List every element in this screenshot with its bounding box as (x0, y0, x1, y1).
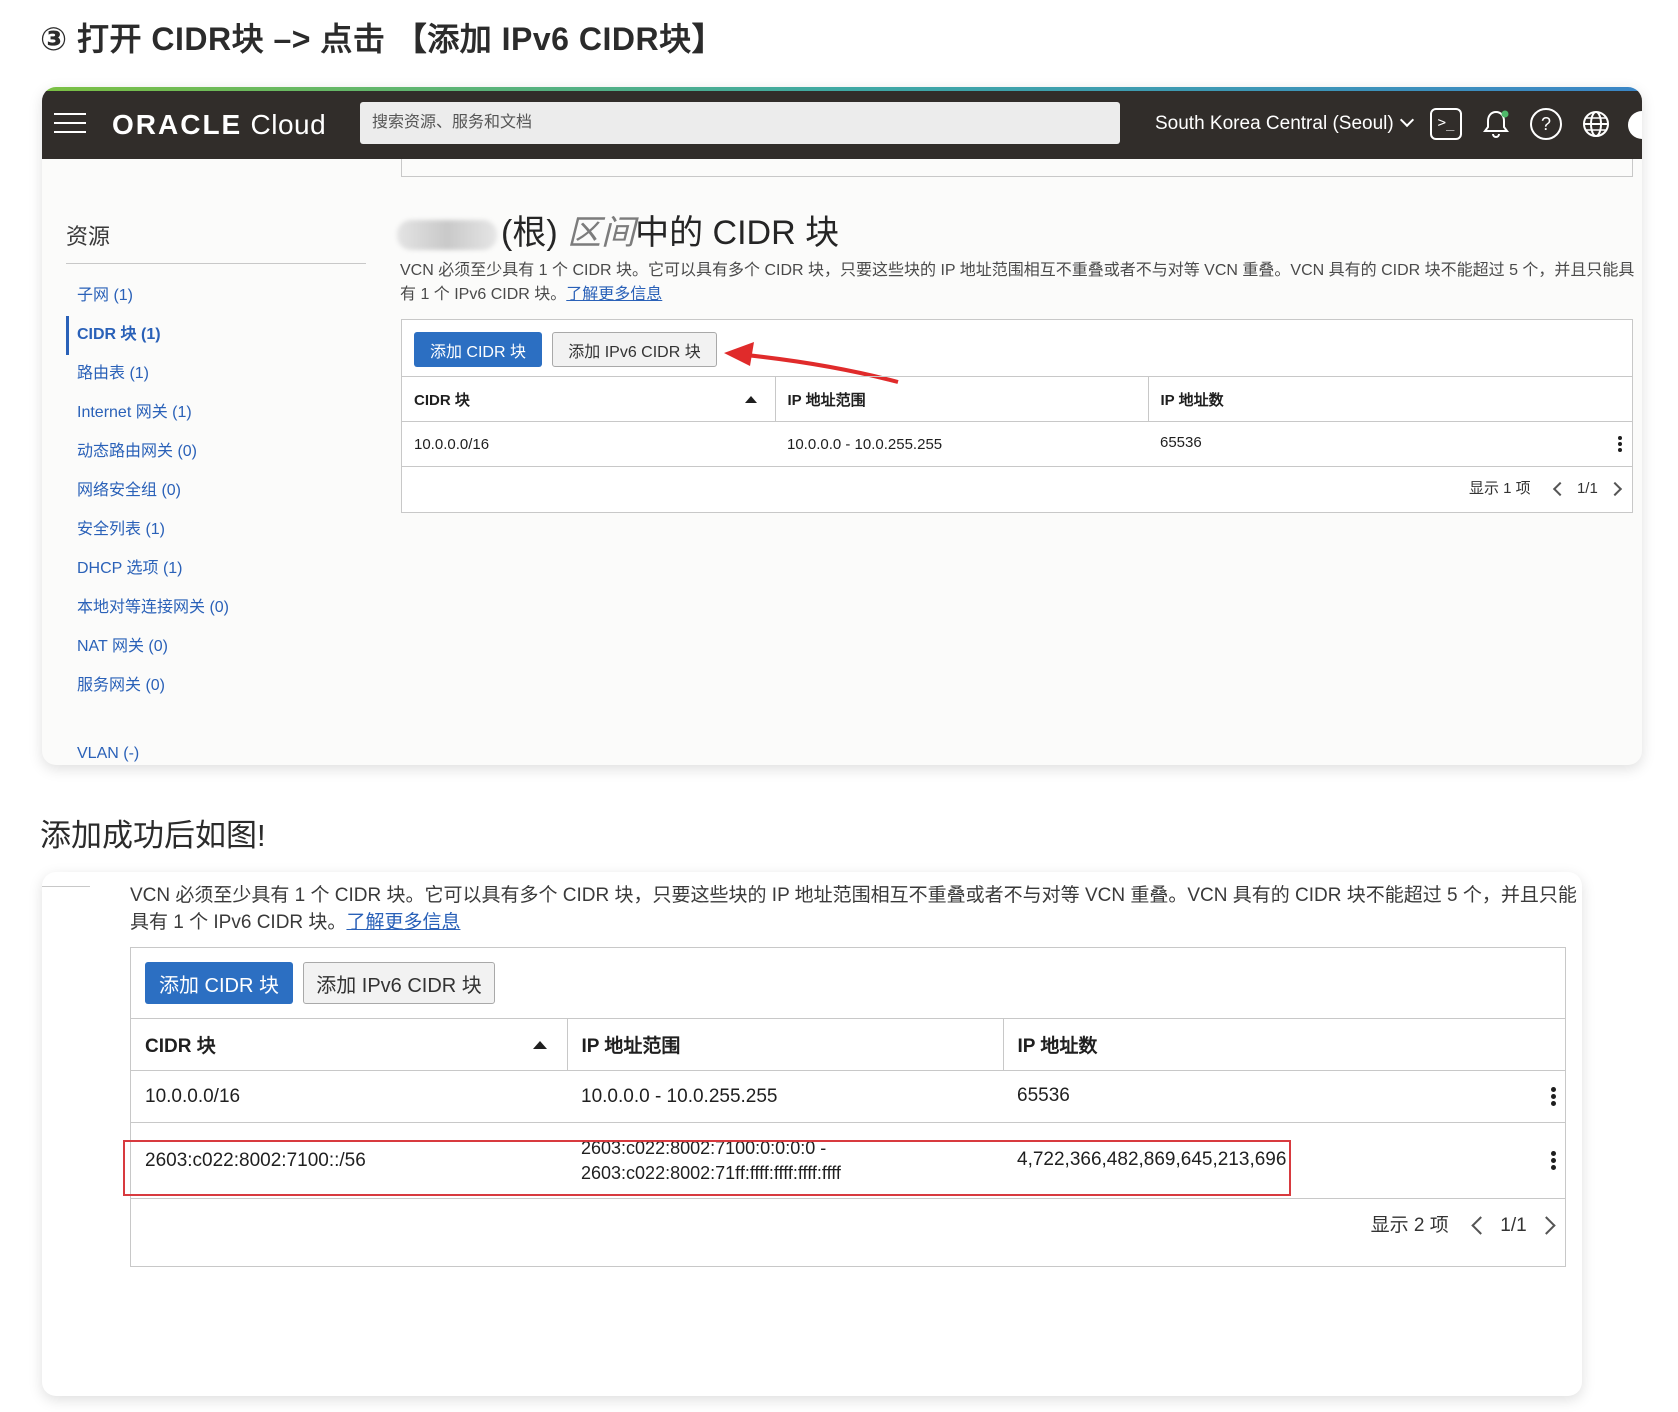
cell-cidr: 10.0.0.0/16 (402, 421, 775, 467)
cell-cidr: 2603:c022:8002:7100::/56 (131, 1122, 567, 1199)
page-indicator: 1/1 (1500, 1215, 1527, 1236)
sidebar-item-service-gateways[interactable]: 服务网关 (0) (66, 667, 229, 706)
add-ipv6-cidr-button[interactable]: 添加 IPv6 CIDR 块 (552, 332, 717, 367)
pagination: 显示 2 项 1/1 (1370, 1210, 1556, 1237)
redacted-compartment-name (397, 220, 497, 251)
cell-ip-range: 10.0.0.0 - 10.0.255.255 (567, 1070, 1003, 1123)
sidebar-item-security-lists[interactable]: 安全列表 (1) (66, 511, 229, 550)
sidebar-item-lpg[interactable]: 本地对等连接网关 (0) (66, 589, 229, 628)
showing-count: 显示 2 项 (1370, 1215, 1449, 1236)
col-header-ip-count: IP 地址数 (1147, 376, 1632, 422)
help-icon[interactable]: ? (1530, 108, 1562, 140)
search-input[interactable] (360, 102, 1120, 144)
col-header-ip-count: IP 地址数 (1002, 1018, 1565, 1071)
cell-ip-range: 2603:c022:8002:7100:0:0:0:0 - 2603:c022:… (567, 1122, 1003, 1199)
sidebar-item-cidr-blocks[interactable]: CIDR 块 (1) (66, 316, 229, 355)
sidebar-item-internet-gateways[interactable]: Internet 网关 (1) (66, 394, 229, 433)
resources-divider (66, 263, 366, 264)
bell-icon[interactable] (1480, 108, 1512, 140)
cidr-description: VCN 必须至少具有 1 个 CIDR 块。它可以具有多个 CIDR 块，只要这… (400, 262, 1635, 303)
sidebar-item-vlan[interactable]: VLAN (-) (77, 745, 139, 763)
col-header-cidr[interactable]: CIDR 块 (402, 376, 775, 422)
learn-more-link[interactable]: 了解更多信息 (566, 286, 662, 303)
sidebar-item-subnets[interactable]: 子网 (1) (66, 277, 229, 316)
chevron-left-icon[interactable] (1552, 481, 1567, 497)
col-header-ip-range: IP 地址范围 (566, 1018, 1003, 1071)
cidr-description: VCN 必须至少具有 1 个 CIDR 块。它可以具有多个 CIDR 块，只要这… (130, 885, 1577, 933)
cell-ip-count-wrap: 4,722,366,482,869,645,213,696 (1003, 1122, 1565, 1199)
add-cidr-button[interactable]: 添加 CIDR 块 (145, 962, 293, 1004)
chevron-right-icon[interactable] (1607, 481, 1623, 497)
cidr-table-panel: 添加 CIDR 块 添加 IPv6 CIDR 块 CIDR 块 IP 地址范围 … (130, 947, 1566, 1267)
cropped-divider (42, 886, 90, 887)
page-title: (根) 区间中的 CIDR 块 (397, 205, 839, 254)
success-caption: 添加成功后如图! (40, 818, 266, 853)
console-screenshot-after: VCN 必须至少具有 1 个 CIDR 块。它可以具有多个 CIDR 块，只要这… (42, 872, 1582, 1396)
cell-ip-count-wrap: 65536 (1003, 1070, 1565, 1123)
cell-ip-count: 65536 (1017, 1085, 1070, 1106)
add-ipv6-cidr-button[interactable]: 添加 IPv6 CIDR 块 (303, 962, 495, 1004)
table-row: 2603:c022:8002:7100::/56 2603:c022:8002:… (131, 1122, 1565, 1199)
cell-ip-count: 65536 (1160, 434, 1202, 451)
cropped-panel-edge (401, 159, 1633, 177)
row-actions-icon[interactable] (1618, 434, 1622, 454)
globe-icon[interactable] (1580, 108, 1612, 140)
console-topbar: ORACLE Cloud South Korea Central (Seoul)… (42, 91, 1642, 159)
menu-icon[interactable] (54, 113, 86, 135)
add-cidr-button[interactable]: 添加 CIDR 块 (414, 332, 542, 367)
step-heading: ③ 打开 CIDR块 –> 点击 【添加 IPv6 CIDR块】 (40, 21, 725, 57)
sidebar-item-nsg[interactable]: 网络安全组 (0) (66, 472, 229, 511)
cidr-table: CIDR 块 IP 地址范围 IP 地址数 10.0.0.0/16 10.0.0… (131, 1018, 1565, 1199)
page-indicator: 1/1 (1576, 480, 1598, 497)
sidebar-item-route-tables[interactable]: 路由表 (1) (66, 355, 229, 394)
cell-ip-count-wrap: 65536 (1148, 421, 1632, 467)
resources-title: 资源 (66, 224, 111, 249)
showing-count: 显示 1 项 (1468, 480, 1531, 497)
oracle-cloud-logo[interactable]: ORACLE Cloud (112, 109, 326, 141)
avatar-icon[interactable] (1628, 111, 1642, 139)
chevron-down-icon (1399, 112, 1414, 128)
cidr-table-panel: 添加 CIDR 块 添加 IPv6 CIDR 块 CIDR 块 IP 地址范围 … (401, 319, 1633, 513)
col-header-ip-range: IP 地址范围 (774, 376, 1148, 422)
table-row: 10.0.0.0/16 10.0.0.0 - 10.0.255.255 6553… (402, 421, 1632, 467)
cloud-shell-icon[interactable]: >_ (1430, 108, 1462, 140)
chevron-left-icon[interactable] (1471, 1216, 1490, 1236)
learn-more-link[interactable]: 了解更多信息 (346, 912, 460, 933)
col-header-cidr[interactable]: CIDR 块 (131, 1018, 567, 1071)
cell-ip-range: 10.0.0.0 - 10.0.255.255 (775, 421, 1148, 467)
sidebar-item-nat-gateways[interactable]: NAT 网关 (0) (66, 628, 229, 667)
row-actions-icon[interactable] (1551, 1149, 1556, 1172)
region-selector[interactable]: South Korea Central (Seoul) (1155, 112, 1414, 135)
sidebar-item-drg[interactable]: 动态路由网关 (0) (66, 433, 229, 472)
resources-nav: 子网 (1) CIDR 块 (1) 路由表 (1) Internet 网关 (1… (66, 277, 229, 706)
sort-ascending-icon[interactable] (744, 396, 757, 403)
sidebar-item-dhcp-options[interactable]: DHCP 选项 (1) (66, 550, 229, 589)
cell-ip-count: 4,722,366,482,869,645,213,696 (1017, 1149, 1287, 1170)
row-actions-icon[interactable] (1551, 1085, 1556, 1108)
cidr-table: CIDR 块 IP 地址范围 IP 地址数 10.0.0.0/16 10.0.0… (402, 376, 1632, 467)
pagination: 显示 1 项 1/1 (1468, 477, 1623, 498)
chevron-right-icon[interactable] (1537, 1216, 1556, 1236)
table-row: 10.0.0.0/16 10.0.0.0 - 10.0.255.255 6553… (131, 1070, 1565, 1123)
sort-ascending-icon[interactable] (532, 1041, 547, 1049)
console-screenshot-before: ORACLE Cloud South Korea Central (Seoul)… (42, 87, 1642, 765)
cell-cidr: 10.0.0.0/16 (131, 1070, 567, 1123)
